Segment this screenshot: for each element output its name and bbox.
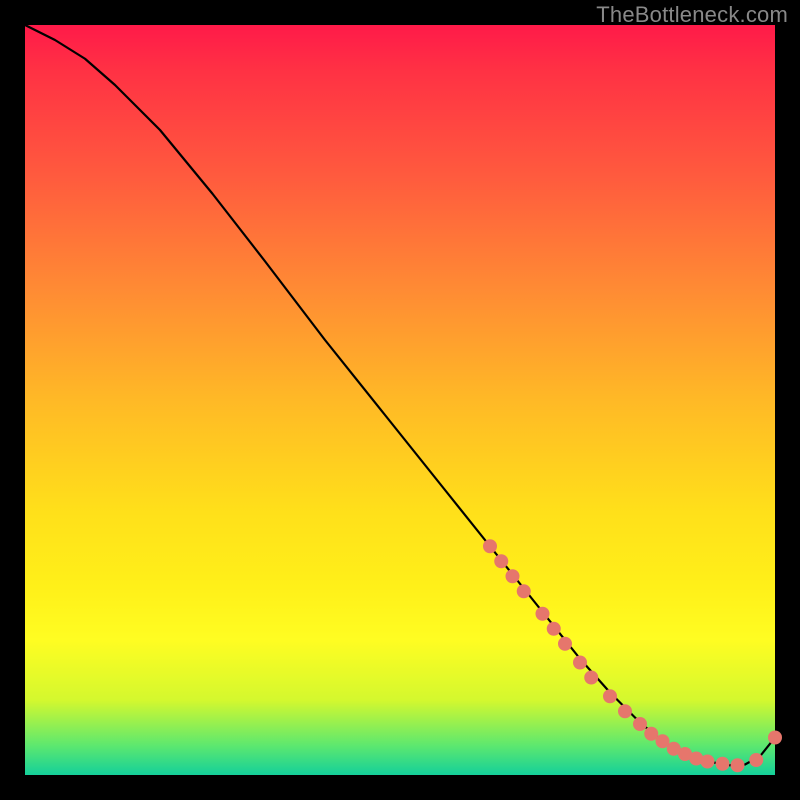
marker-point [536,607,550,621]
marker-point [547,622,561,636]
marker-point [633,717,647,731]
marker-point [494,554,508,568]
plot-area [25,25,775,775]
marker-point [517,584,531,598]
marker-point [603,689,617,703]
marker-point [483,539,497,553]
marker-point [716,757,730,771]
marker-point [618,704,632,718]
marker-point [558,637,572,651]
marker-point [506,569,520,583]
marker-point [701,755,715,769]
marker-point [749,753,763,767]
marker-point [731,758,745,772]
curve-svg [25,25,775,775]
chart-frame: TheBottleneck.com [0,0,800,800]
markers-group [483,539,782,772]
marker-point [584,671,598,685]
marker-point [768,731,782,745]
marker-point [573,656,587,670]
bottleneck-curve [25,25,775,765]
